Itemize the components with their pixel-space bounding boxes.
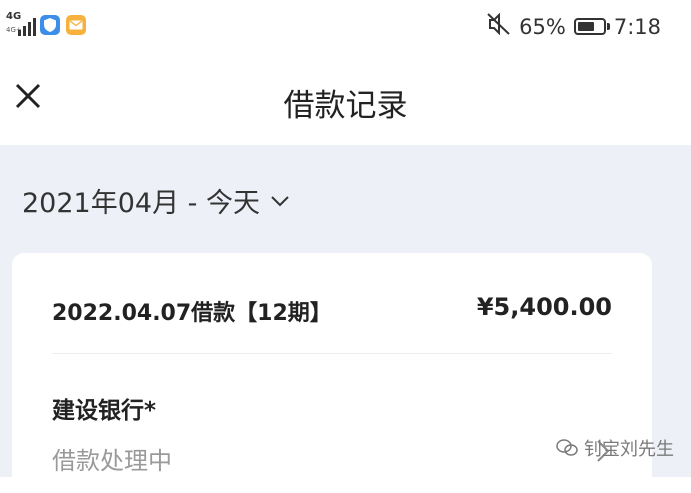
signal-icon: 4G 4G+ bbox=[6, 12, 36, 38]
bank-name: 建设银行* bbox=[52, 398, 157, 424]
date-range-filter[interactable]: 2021年04月 - 今天 bbox=[22, 181, 290, 220]
title-bar: 借款记录 bbox=[0, 52, 691, 145]
mail-app-icon bbox=[66, 15, 86, 35]
watermark: 钊宝刘先生 bbox=[556, 435, 674, 461]
record-title: 2022.04.07借款【12期】 bbox=[52, 301, 332, 326]
record-status: 借款处理中 bbox=[52, 447, 172, 475]
watermark-text: 钊宝刘先生 bbox=[584, 439, 674, 460]
status-right: 65% 7:18 bbox=[487, 12, 661, 40]
divider bbox=[52, 353, 612, 354]
wechat-icon bbox=[556, 439, 578, 456]
battery-icon bbox=[573, 18, 610, 35]
status-bar: 4G 4G+ 65% 7:18 bbox=[0, 0, 691, 52]
mute-icon bbox=[487, 12, 511, 40]
shield-app-icon bbox=[40, 15, 60, 35]
status-left: 4G 4G+ bbox=[6, 12, 86, 38]
chevron-down-icon bbox=[271, 195, 289, 206]
date-range-label: 2021年04月 - 今天 bbox=[22, 188, 260, 219]
page-title: 借款记录 bbox=[283, 88, 408, 124]
content-area: 2021年04月 - 今天 2022.04.07借款【12期】 ¥5,400.0… bbox=[0, 145, 691, 493]
battery-percent: 65% bbox=[519, 14, 566, 39]
clock-time: 7:18 bbox=[613, 14, 661, 39]
record-amount: ¥5,400.00 bbox=[476, 293, 612, 321]
